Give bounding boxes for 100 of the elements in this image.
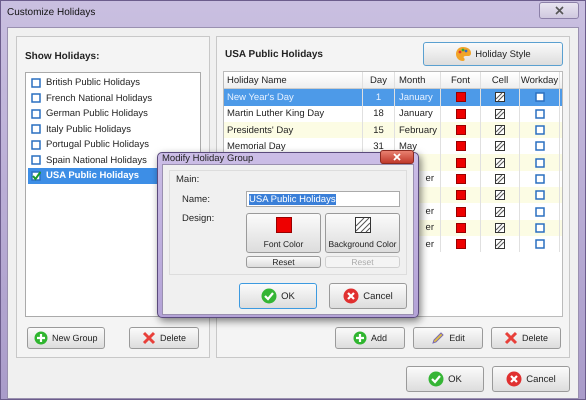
hatched-square-icon	[495, 125, 505, 136]
column-header[interactable]: Day	[363, 72, 395, 88]
checkbox[interactable]	[31, 78, 41, 88]
table-cell: January	[399, 92, 433, 103]
workday-checkbox[interactable]	[534, 158, 544, 168]
table-cell: 15	[373, 124, 384, 136]
hatched-square-icon	[495, 239, 505, 250]
font-color-icon	[456, 158, 466, 168]
hatched-square-icon	[495, 222, 505, 233]
name-field[interactable]: USA Public Holidays	[246, 191, 400, 207]
workday-checkbox[interactable]	[534, 108, 544, 119]
hatched-square-icon	[495, 141, 505, 152]
checkbox[interactable]	[31, 170, 41, 181]
reset-button[interactable]: Reset	[246, 256, 321, 268]
cancel-button[interactable]: Cancel	[492, 366, 570, 392]
cross-icon	[343, 288, 360, 304]
close-icon	[393, 152, 401, 160]
window-title: Customize Holidays	[7, 6, 96, 18]
font-color-icon	[456, 239, 466, 250]
palette-icon	[455, 46, 472, 62]
color-swatch-icon	[276, 217, 292, 233]
checkbox[interactable]	[31, 93, 41, 104]
delete-button[interactable]: Delete	[129, 327, 199, 349]
group-item[interactable]: British Public Holidays	[28, 75, 198, 90]
new-group-button[interactable]: New Group	[27, 327, 105, 349]
hatched-square-icon	[495, 174, 505, 184]
field-label: Name:	[181, 194, 211, 204]
workday-checkbox[interactable]	[534, 174, 544, 184]
pencil-icon	[431, 331, 446, 345]
check-icon	[428, 371, 444, 387]
checkbox[interactable]	[31, 108, 41, 119]
background-color-button[interactable]: Background Color	[325, 213, 400, 253]
panel-heading: USA Public Holidays	[225, 48, 323, 60]
edit-button[interactable]: Edit	[413, 327, 483, 349]
cross-icon	[506, 371, 522, 387]
holiday-style-button[interactable]: Holiday Style	[423, 42, 563, 66]
cross-icon	[504, 331, 518, 345]
workday-checkbox[interactable]	[534, 141, 544, 152]
cancel-button[interactable]: Cancel	[329, 283, 407, 309]
table-cell: er	[426, 222, 434, 234]
plus-icon	[352, 331, 367, 345]
table-cell: er	[426, 238, 434, 250]
table-cell: Memorial Day	[227, 140, 286, 152]
ok-button[interactable]: OK	[239, 283, 317, 309]
table-row[interactable]: Presidents' Day 15 February	[224, 122, 562, 138]
hatched-square-icon	[495, 206, 505, 217]
hatched-square-icon	[495, 190, 505, 200]
checkbox[interactable]	[31, 124, 41, 134]
hatched-square-icon	[495, 108, 505, 119]
dialog-title: Modify Holiday Group	[162, 153, 254, 164]
font-color-icon	[456, 92, 466, 102]
workday-checkbox[interactable]	[534, 222, 544, 233]
add-button[interactable]: Add	[335, 327, 405, 349]
table-cell: February	[399, 124, 438, 136]
checkbox[interactable]	[31, 140, 41, 150]
panel-heading: Show Holidays:	[25, 51, 100, 62]
workday-checkbox[interactable]	[534, 206, 544, 217]
font-color-icon	[456, 108, 466, 119]
ok-button[interactable]: OK	[406, 366, 484, 392]
table-cell: er	[426, 173, 434, 184]
group-item[interactable]: Portugal Public Holidays	[28, 137, 198, 152]
delete-button[interactable]: Delete	[491, 327, 561, 349]
font-color-icon	[456, 174, 466, 184]
font-color-icon	[456, 125, 466, 136]
check-icon	[261, 288, 278, 304]
table-cell: Martin Luther King Day	[227, 108, 324, 120]
table-cell: 1	[376, 92, 382, 103]
table-cell: January	[399, 108, 433, 120]
font-color-button[interactable]: Font Color	[246, 213, 321, 253]
table-cell: Presidents' Day	[227, 124, 294, 136]
table-cell: 31	[373, 140, 384, 152]
field-label: Design:	[181, 213, 216, 224]
close-button[interactable]	[539, 2, 579, 18]
checkbox[interactable]	[31, 155, 41, 166]
column-header[interactable]: Holiday Name	[224, 72, 363, 88]
table-cell: er	[426, 206, 434, 218]
plus-icon	[34, 331, 48, 345]
group-item[interactable]: Italy Public Holidays	[28, 122, 198, 137]
column-header[interactable]: Cell	[481, 72, 520, 88]
cross-icon	[142, 331, 156, 345]
hatched-square-icon	[495, 158, 505, 168]
workday-checkbox[interactable]	[534, 239, 544, 250]
column-header[interactable]: Font	[441, 72, 481, 88]
group-item[interactable]: French National Holidays	[28, 90, 198, 106]
table-cell: New Year's Day	[227, 92, 294, 103]
workday-checkbox[interactable]	[534, 125, 544, 136]
font-color-icon	[456, 222, 466, 233]
section-label: Main:	[176, 174, 200, 185]
close-icon	[554, 6, 564, 14]
font-color-icon	[456, 206, 466, 217]
column-header[interactable]: Workday	[520, 72, 560, 88]
close-button[interactable]	[380, 150, 414, 164]
font-color-icon	[456, 141, 466, 152]
font-color-icon	[456, 190, 466, 200]
workday-checkbox[interactable]	[534, 190, 544, 200]
table-cell: 18	[373, 108, 384, 120]
workday-checkbox[interactable]	[534, 92, 544, 102]
group-item[interactable]: German Public Holidays	[28, 106, 198, 122]
table-cell: May	[399, 140, 417, 152]
column-header[interactable]: Month	[395, 72, 441, 88]
